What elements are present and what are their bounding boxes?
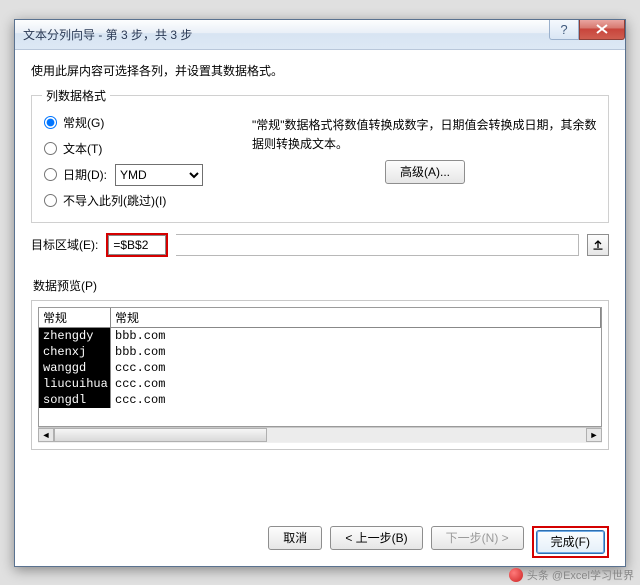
cancel-button[interactable]: 取消 bbox=[268, 526, 322, 550]
destination-input[interactable] bbox=[108, 235, 166, 255]
attribution-text: 头条 @Excel学习世界 bbox=[527, 567, 634, 583]
scroll-track[interactable] bbox=[54, 428, 586, 442]
radio-skip-label[interactable]: 不导入此列(跳过)(I) bbox=[63, 192, 166, 209]
cell-col0[interactable]: liucuihua bbox=[39, 376, 111, 392]
preview-legend: 数据预览(P) bbox=[33, 277, 609, 294]
attribution: 头条 @Excel学习世界 bbox=[509, 567, 634, 583]
window-controls: ? bbox=[549, 20, 625, 49]
radio-general[interactable] bbox=[44, 116, 57, 129]
back-button[interactable]: < 上一步(B) bbox=[330, 526, 422, 550]
format-description-col: "常规"数据格式将数值转换成数字，日期值会转换成日期，其余数据则转换成文本。 高… bbox=[252, 110, 598, 184]
cell-col1[interactable]: ccc.com bbox=[111, 376, 169, 392]
table-row[interactable]: liucuihuaccc.com bbox=[39, 376, 601, 392]
collapse-dialog-icon bbox=[592, 239, 604, 251]
table-row[interactable]: chenxjbbb.com bbox=[39, 344, 601, 360]
close-button[interactable] bbox=[579, 20, 625, 40]
cell-col1[interactable]: ccc.com bbox=[111, 392, 169, 408]
help-button[interactable]: ? bbox=[549, 20, 579, 40]
radio-date[interactable] bbox=[44, 168, 57, 181]
cell-col1[interactable]: ccc.com bbox=[111, 360, 169, 376]
wizard-buttons: 取消 < 上一步(B) 下一步(N) > 完成(F) bbox=[31, 516, 609, 558]
format-description: "常规"数据格式将数值转换成数字，日期值会转换成日期，其余数据则转换成文本。 bbox=[252, 116, 598, 154]
titlebar[interactable]: 文本分列向导 - 第 3 步，共 3 步 ? bbox=[15, 20, 625, 50]
radio-date-label[interactable]: 日期(D): bbox=[63, 166, 107, 183]
column-format-group: 列数据格式 常规(G) 文本(T) 日期(D): YM bbox=[31, 87, 609, 223]
cell-col0[interactable]: songdl bbox=[39, 392, 111, 408]
toutiao-icon bbox=[509, 568, 523, 582]
advanced-button[interactable]: 高级(A)... bbox=[385, 160, 465, 184]
radio-general-label[interactable]: 常规(G) bbox=[63, 114, 104, 131]
radio-text[interactable] bbox=[44, 142, 57, 155]
cell-col0[interactable]: zhengdy bbox=[39, 328, 111, 344]
table-row[interactable]: zhengdybbb.com bbox=[39, 328, 601, 344]
range-picker-button[interactable] bbox=[587, 234, 609, 256]
wizard-window: 文本分列向导 - 第 3 步，共 3 步 ? 使用此屏内容可选择各列，并设置其数… bbox=[14, 19, 626, 567]
destination-field-extension[interactable] bbox=[176, 234, 579, 256]
scroll-left-icon[interactable]: ◄ bbox=[38, 428, 54, 442]
destination-highlight bbox=[106, 233, 168, 257]
format-radio-list: 常规(G) 文本(T) 日期(D): YMD bbox=[42, 110, 252, 214]
window-title: 文本分列向导 - 第 3 步，共 3 步 bbox=[23, 26, 192, 43]
preview-rows: zhengdybbb.comchenxjbbb.comwanggdccc.com… bbox=[39, 328, 601, 408]
cell-col0[interactable]: wanggd bbox=[39, 360, 111, 376]
preview-panel: 常规 常规 zhengdybbb.comchenxjbbb.comwanggdc… bbox=[31, 300, 609, 450]
scroll-right-icon[interactable]: ► bbox=[586, 428, 602, 442]
cell-col1[interactable]: bbb.com bbox=[111, 328, 169, 344]
radio-text-label[interactable]: 文本(T) bbox=[63, 140, 102, 157]
preview-header-1[interactable]: 常规 bbox=[111, 308, 601, 327]
destination-label: 目标区域(E): bbox=[31, 236, 98, 253]
table-row[interactable]: wanggdccc.com bbox=[39, 360, 601, 376]
date-format-select[interactable]: YMD bbox=[115, 164, 203, 186]
finish-highlight: 完成(F) bbox=[532, 526, 609, 558]
preview-header-0[interactable]: 常规 bbox=[39, 308, 111, 327]
preview-grid[interactable]: 常规 常规 zhengdybbb.comchenxjbbb.comwanggdc… bbox=[38, 307, 602, 427]
preview-header: 常规 常规 bbox=[39, 308, 601, 328]
cell-col1[interactable]: bbb.com bbox=[111, 344, 169, 360]
table-row[interactable]: songdlccc.com bbox=[39, 392, 601, 408]
preview-hscrollbar[interactable]: ◄ ► bbox=[38, 427, 602, 443]
format-legend: 列数据格式 bbox=[42, 87, 110, 104]
destination-row: 目标区域(E): bbox=[31, 233, 609, 257]
close-icon bbox=[596, 24, 608, 34]
scroll-thumb[interactable] bbox=[54, 428, 267, 442]
radio-skip[interactable] bbox=[44, 194, 57, 207]
instruction-text: 使用此屏内容可选择各列，并设置其数据格式。 bbox=[31, 62, 609, 79]
next-button: 下一步(N) > bbox=[431, 526, 524, 550]
finish-button[interactable]: 完成(F) bbox=[536, 530, 605, 554]
wizard-body: 使用此屏内容可选择各列，并设置其数据格式。 列数据格式 常规(G) 文本(T) … bbox=[15, 50, 625, 566]
cell-col0[interactable]: chenxj bbox=[39, 344, 111, 360]
